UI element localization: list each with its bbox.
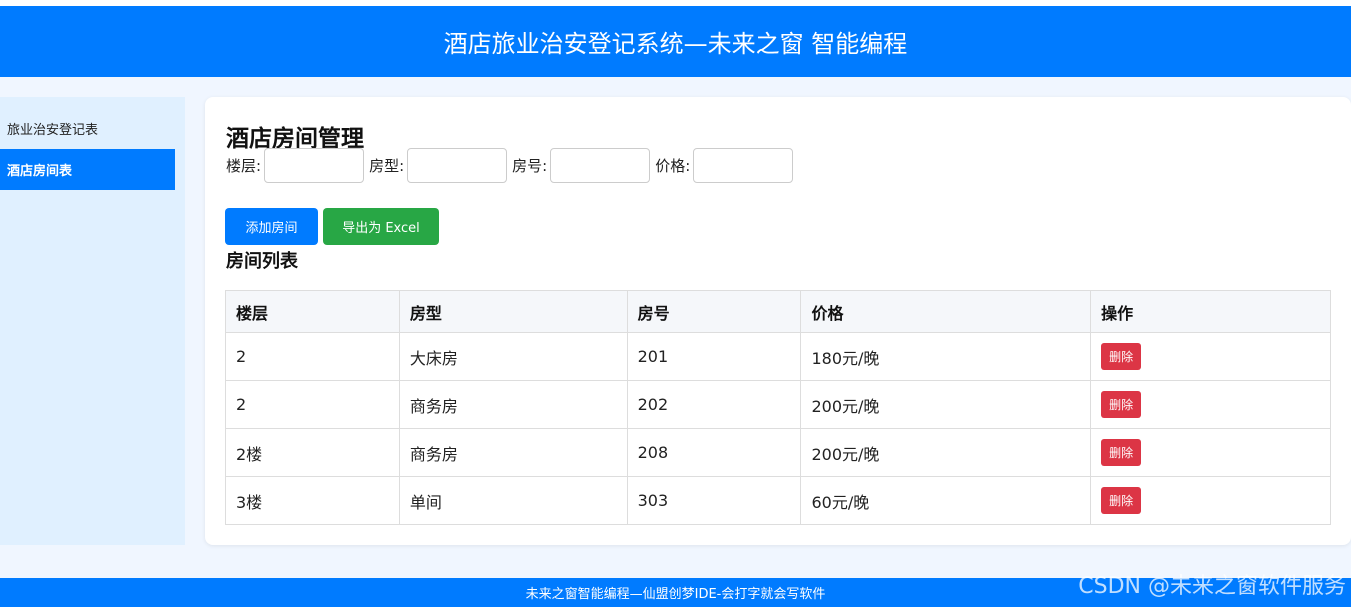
column-header-price: 价格: [800, 290, 1092, 333]
sidebar: 旅业治安登记表 酒店房间表: [0, 97, 185, 545]
floor-input[interactable]: [264, 148, 365, 183]
cell-type: 大床房: [398, 332, 628, 381]
watermark: CSDN @未来之窗软件服务: [1078, 574, 1346, 599]
price-input[interactable]: [693, 148, 794, 183]
cell-price: 200元/晚: [800, 428, 1092, 477]
cell-floor: 2楼: [225, 428, 400, 477]
table-row: 2楼 商务房 208 200元/晚 删除: [225, 428, 1331, 477]
cell-floor: 2: [225, 380, 400, 429]
cell-price: 200元/晚: [800, 380, 1092, 429]
cell-actions: 删除: [1090, 380, 1331, 429]
cell-type: 单间: [398, 476, 628, 525]
cell-price: 60元/晚: [800, 476, 1092, 525]
column-header-floor: 楼层: [225, 290, 400, 333]
cell-floor: 3楼: [225, 476, 400, 525]
delete-button[interactable]: 删除: [1101, 343, 1142, 370]
sidebar-item-label: 酒店房间表: [7, 164, 73, 179]
cell-number: 202: [626, 380, 802, 429]
cell-floor: 2: [225, 332, 400, 381]
export-excel-button[interactable]: 导出为 Excel: [323, 208, 439, 245]
room-list-title: 房间列表: [226, 251, 298, 272]
room-table: 楼层 房型 房号 价格 操作 2 大床房 201 180元/晚 删除 2 商务房…: [225, 290, 1331, 525]
price-label: 价格:: [655, 157, 691, 175]
cell-number: 303: [626, 476, 802, 525]
column-header-type: 房型: [398, 290, 628, 333]
delete-button[interactable]: 删除: [1101, 487, 1142, 514]
app-title: 酒店旅业治安登记系统—未来之窗 智能编程: [443, 30, 908, 58]
column-header-actions: 操作: [1090, 290, 1331, 333]
cell-actions: 删除: [1090, 476, 1331, 525]
delete-button[interactable]: 删除: [1101, 391, 1142, 418]
cell-price: 180元/晚: [800, 332, 1092, 381]
sidebar-item-registration[interactable]: 旅业治安登记表: [0, 108, 175, 149]
sidebar-item-rooms[interactable]: 酒店房间表: [0, 149, 175, 190]
table-row: 2 大床房 201 180元/晚 删除: [225, 332, 1331, 381]
add-room-button[interactable]: 添加房间: [225, 208, 318, 245]
table-row: 2 商务房 202 200元/晚 删除: [225, 380, 1331, 429]
cell-number: 208: [626, 428, 802, 477]
cell-actions: 删除: [1090, 332, 1331, 381]
app-header: 酒店旅业治安登记系统—未来之窗 智能编程: [0, 6, 1351, 77]
floor-label: 楼层:: [226, 157, 262, 175]
cell-actions: 删除: [1090, 428, 1331, 477]
room-form: 楼层: 房型: 房号: 价格:: [226, 148, 798, 183]
column-header-number: 房号: [626, 290, 802, 333]
main-panel: 酒店房间管理 楼层: 房型: 房号: 价格: 添加房间 导出为 Excel 房间…: [205, 97, 1351, 545]
footer-text: 未来之窗智能编程—仙盟创梦IDE-会打字就会写软件: [525, 587, 826, 602]
table-row: 3楼 单间 303 60元/晚 删除: [225, 476, 1331, 525]
sidebar-item-label: 旅业治安登记表: [7, 123, 99, 138]
table-header-row: 楼层 房型 房号 价格 操作: [225, 290, 1331, 333]
room-type-label: 房型:: [369, 157, 405, 175]
cell-type: 商务房: [398, 380, 628, 429]
cell-type: 商务房: [398, 428, 628, 477]
delete-button[interactable]: 删除: [1101, 439, 1142, 466]
room-number-label: 房号:: [512, 157, 548, 175]
room-number-input[interactable]: [550, 148, 651, 183]
cell-number: 201: [626, 332, 802, 381]
room-type-input[interactable]: [407, 148, 508, 183]
